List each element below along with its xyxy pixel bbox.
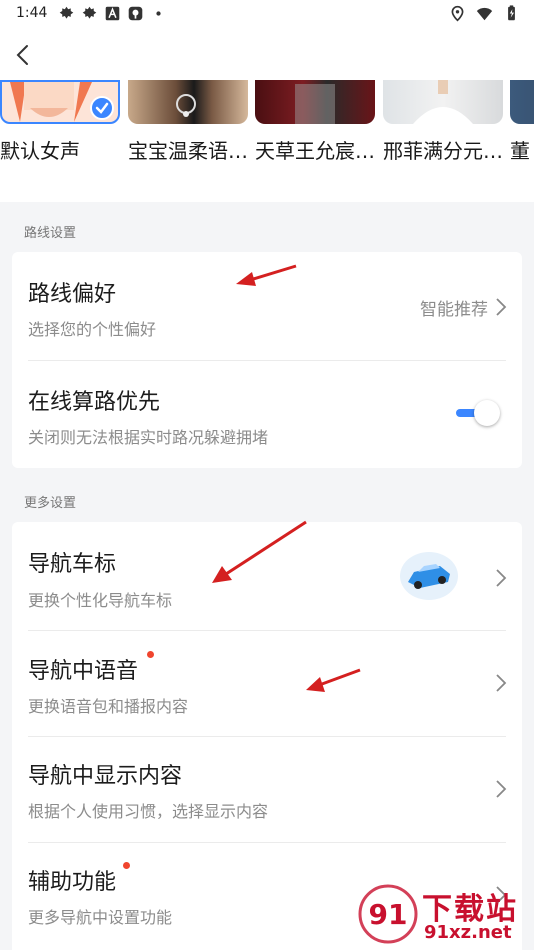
route-settings-card: 路线偏好 选择您的个性偏好 智能推荐 在线算路优先 关闭则无法根据实时路况躲避拥…	[12, 252, 522, 468]
row-title: 在线算路优先	[28, 390, 161, 415]
section-title-route: 路线设置	[24, 226, 77, 241]
selected-check-icon	[90, 96, 114, 120]
status-bar: 1:44	[0, 0, 534, 30]
section-title-more: 更多设置	[24, 496, 77, 511]
new-badge-dot	[147, 651, 154, 658]
voice-thumbnail	[383, 80, 503, 124]
back-button[interactable]	[10, 40, 38, 70]
row-subtitle: 选择您的个性偏好	[28, 320, 157, 339]
chevron-right-icon	[496, 298, 507, 316]
voice-pack-strip: 默认女声 宝宝温柔语… 天草王允宸… 邢菲满分元… 董	[0, 80, 534, 202]
battery-icon	[508, 5, 515, 21]
watermark-logo-text: 91	[369, 898, 408, 931]
top-bar	[0, 30, 534, 80]
voice-label: 董	[510, 139, 530, 163]
row-title: 辅助功能	[28, 870, 117, 895]
row-title: 导航车标	[28, 552, 117, 577]
portrait-image	[295, 84, 335, 124]
wifi-icon	[476, 7, 493, 21]
portrait-image	[413, 80, 473, 124]
voice-item-2[interactable]: 宝宝温柔语…	[128, 80, 248, 163]
nav-voice-row[interactable]: 导航中语音 更换语音包和播报内容	[12, 630, 522, 736]
voice-item-3[interactable]: 天草王允宸…	[255, 80, 375, 163]
voice-thumbnail	[255, 80, 375, 124]
watermark: 91 下载站 91xz.net	[358, 884, 528, 946]
voice-thumbnail	[0, 80, 120, 124]
status-time: 1:44	[16, 5, 48, 21]
route-preference-value: 智能推荐	[420, 300, 488, 320]
watermark-url: 91xz.net	[422, 922, 514, 943]
online-routing-toggle[interactable]	[456, 400, 500, 426]
tag-icon	[128, 6, 143, 21]
route-preference-row[interactable]: 路线偏好 选择您的个性偏好 智能推荐	[12, 252, 522, 360]
back-arrow-icon	[16, 45, 28, 65]
chevron-right-icon	[496, 569, 507, 587]
voice-item-default[interactable]: 默认女声	[0, 80, 120, 163]
location-icon	[451, 5, 464, 22]
online-routing-row: 在线算路优先 关闭则无法根据实时路况躲避拥堵	[12, 360, 522, 468]
toggle-knob	[474, 400, 500, 426]
car-icon	[400, 552, 458, 600]
gear-icon	[82, 6, 97, 19]
row-subtitle: 更换个性化导航车标	[28, 591, 173, 610]
chevron-right-icon	[496, 780, 507, 798]
row-subtitle: 更多导航中设置功能	[28, 908, 173, 927]
row-subtitle: 关闭则无法根据实时路况躲避拥堵	[28, 428, 269, 447]
nav-display-row[interactable]: 导航中显示内容 根据个人使用习惯，选择显示内容	[12, 736, 522, 842]
nav-car-icon-row[interactable]: 导航车标 更换个性化导航车标	[12, 522, 522, 630]
voice-label: 默认女声	[0, 139, 80, 163]
voice-item-4[interactable]: 邢菲满分元…	[383, 80, 503, 163]
row-subtitle: 根据个人使用习惯，选择显示内容	[28, 802, 269, 821]
row-title: 导航中语音	[28, 659, 139, 684]
row-title: 导航中显示内容	[28, 764, 183, 789]
voice-label: 天草王允宸…	[255, 139, 375, 163]
watermark-logo-icon: 91	[358, 884, 418, 944]
chevron-right-icon	[496, 674, 507, 692]
voice-thumbnail	[128, 80, 248, 124]
portrait-image	[176, 94, 196, 117]
a-icon	[105, 6, 120, 21]
row-title: 路线偏好	[28, 282, 117, 307]
voice-item-5[interactable]: 董	[510, 80, 534, 163]
voice-thumbnail	[510, 80, 534, 124]
row-subtitle: 更换语音包和播报内容	[28, 697, 189, 716]
new-badge-dot	[123, 862, 130, 869]
voice-label: 邢菲满分元…	[383, 139, 503, 163]
voice-label: 宝宝温柔语…	[128, 139, 248, 163]
notification-dot-icon	[156, 11, 161, 16]
gear-icon	[59, 6, 74, 19]
